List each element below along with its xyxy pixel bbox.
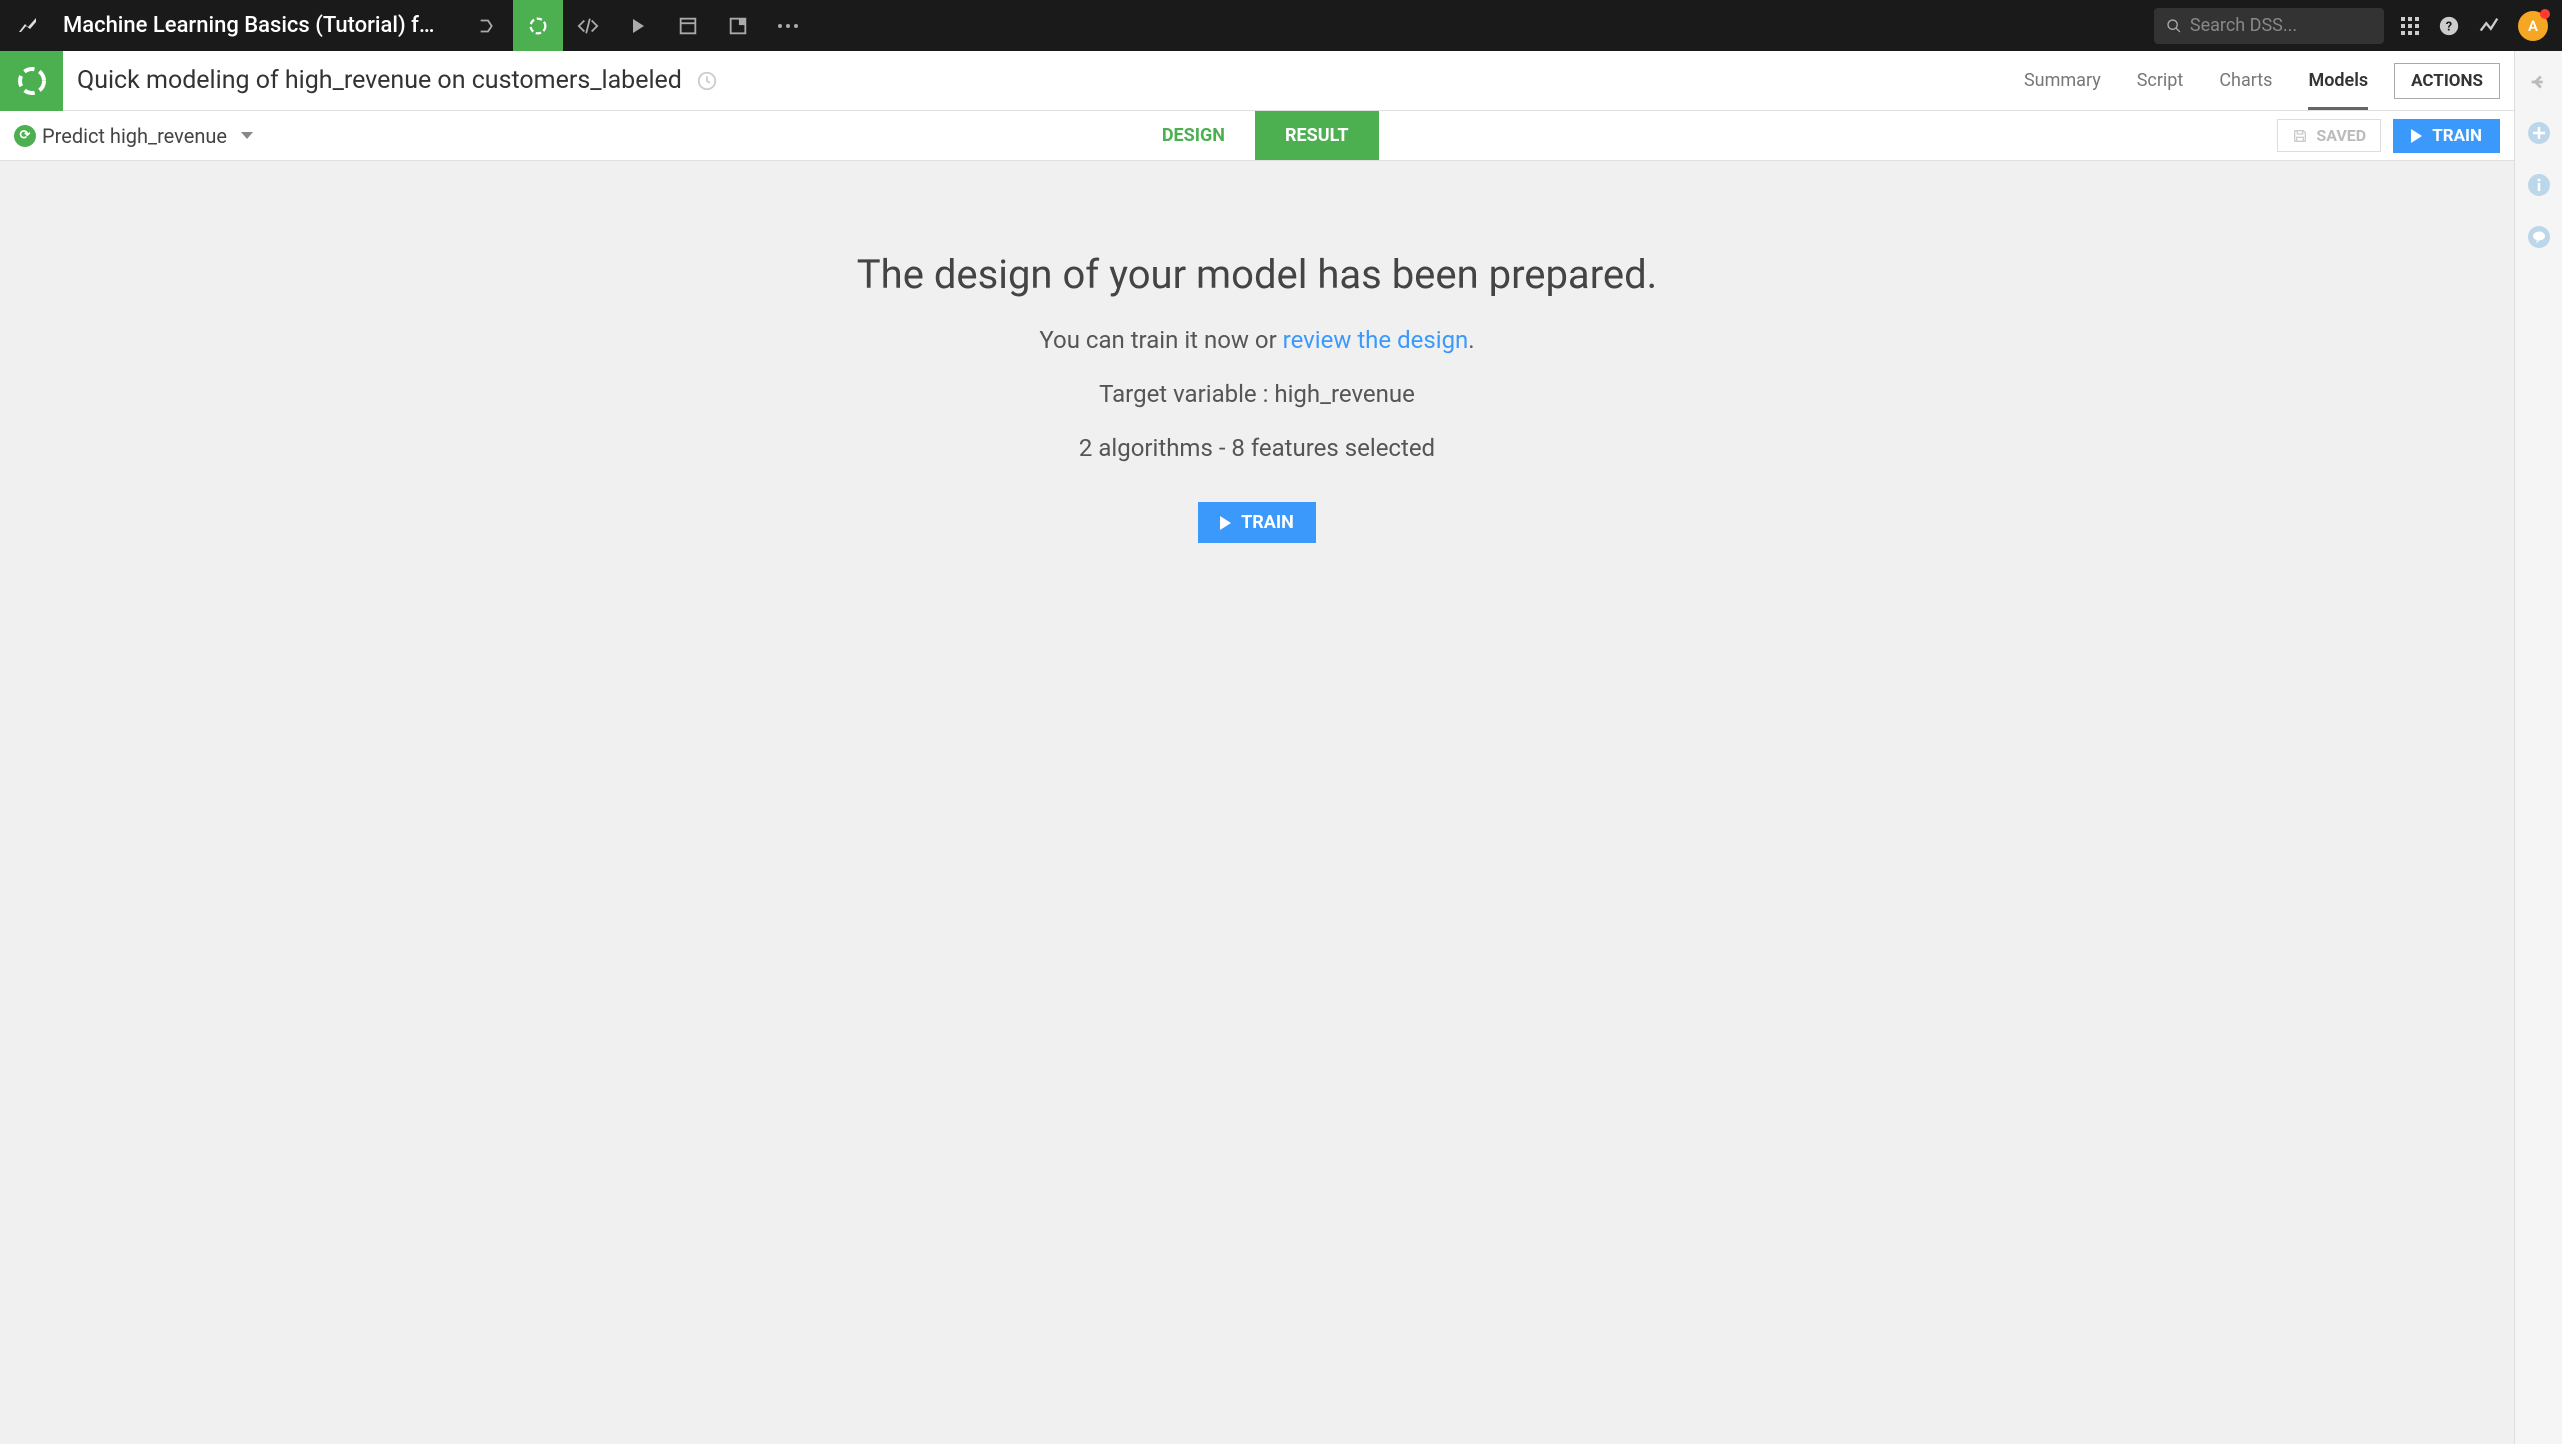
analysis-icon <box>16 65 48 97</box>
chat-icon[interactable] <box>2527 225 2551 249</box>
user-avatar[interactable]: A <box>2518 11 2548 41</box>
search-box[interactable] <box>2154 8 2384 44</box>
target-variable-line: Target variable : high_revenue <box>1099 380 1415 408</box>
play-icon <box>1220 516 1231 530</box>
train-label-top: TRAIN <box>2432 126 2482 146</box>
design-result-tabs: DESIGN RESULT <box>1132 111 1379 160</box>
content-subtext: You can train it now or review the desig… <box>1039 326 1474 354</box>
train-button-top[interactable]: TRAIN <box>2393 119 2500 153</box>
bird-icon <box>16 14 40 38</box>
chevron-down-icon <box>241 132 253 139</box>
saved-label: SAVED <box>2316 126 2366 145</box>
tab-result[interactable]: RESULT <box>1255 111 1379 160</box>
search-icon <box>2166 17 2182 35</box>
search-input[interactable] <box>2190 15 2372 36</box>
more-icon[interactable] <box>763 0 813 51</box>
content-area: The design of your model has been prepar… <box>0 161 2514 1444</box>
topbar: Machine Learning Basics (Tutorial) for A… <box>0 0 2562 51</box>
tab-script[interactable]: Script <box>2137 51 2184 110</box>
topbar-right-icons: ? A <box>2400 11 2562 41</box>
header-tabs: Summary Script Charts Models <box>2024 51 2394 110</box>
page-header: Quick modeling of high_revenue on custom… <box>0 51 2514 111</box>
help-icon[interactable]: ? <box>2438 15 2460 37</box>
predict-icon: ⟳ <box>14 125 36 147</box>
predict-label: Predict high_revenue <box>42 124 227 148</box>
refresh-icon[interactable] <box>696 70 718 92</box>
add-icon[interactable] <box>2527 121 2551 145</box>
actions-button[interactable]: ACTIONS <box>2394 63 2500 99</box>
page-title: Quick modeling of high_revenue on custom… <box>77 66 682 95</box>
subtext-prefix: You can train it now or <box>1039 326 1282 354</box>
save-icon <box>2292 128 2308 144</box>
svg-text:?: ? <box>2446 19 2452 34</box>
lab-icon[interactable] <box>513 0 563 51</box>
tab-summary[interactable]: Summary <box>2024 51 2101 110</box>
saved-indicator: SAVED <box>2277 119 2381 152</box>
content-heading: The design of your model has been prepar… <box>857 251 1657 298</box>
tab-models[interactable]: Models <box>2308 51 2368 110</box>
subtext-suffix: . <box>1468 326 1474 354</box>
collapse-rail-icon[interactable] <box>2528 71 2550 93</box>
info-icon[interactable] <box>2527 173 2551 197</box>
model-selector[interactable]: ⟳ Predict high_revenue <box>14 124 253 148</box>
dashboards-icon[interactable] <box>663 0 713 51</box>
play-icon <box>2411 129 2422 143</box>
flow-icon[interactable] <box>463 0 513 51</box>
review-design-link[interactable]: review the design <box>1283 326 1469 354</box>
analysis-icon-box[interactable] <box>0 51 63 111</box>
sub-header: ⟳ Predict high_revenue DESIGN RESULT SAV… <box>0 111 2514 161</box>
apps-icon[interactable] <box>2400 16 2420 36</box>
app-logo[interactable] <box>0 0 55 51</box>
right-rail <box>2514 51 2562 1444</box>
code-icon[interactable] <box>563 0 613 51</box>
project-title[interactable]: Machine Learning Basics (Tutorial) for A… <box>55 13 445 38</box>
jobs-icon[interactable] <box>613 0 663 51</box>
train-button-center[interactable]: TRAIN <box>1198 502 1316 543</box>
train-label-center: TRAIN <box>1241 512 1294 533</box>
topbar-nav-icons <box>463 0 813 51</box>
algorithms-line: 2 algorithms - 8 features selected <box>1079 434 1435 462</box>
tab-charts[interactable]: Charts <box>2219 51 2272 110</box>
activity-icon[interactable] <box>2478 15 2500 37</box>
wiki-icon[interactable] <box>713 0 763 51</box>
tab-design[interactable]: DESIGN <box>1132 111 1255 160</box>
